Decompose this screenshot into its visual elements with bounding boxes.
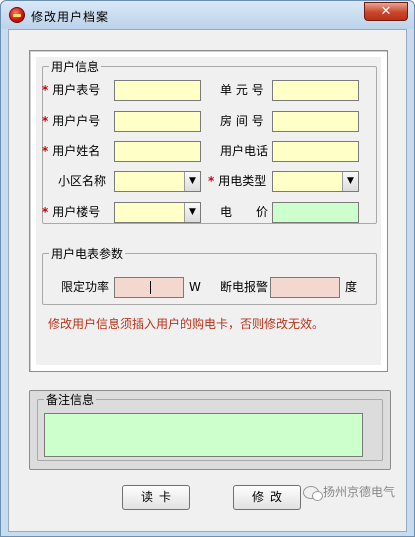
building-label: * 用户楼号 — [42, 205, 101, 219]
power-type-select[interactable]: ▼ — [272, 171, 359, 192]
required-mark: * — [208, 174, 215, 188]
alarm-label: 断电报警 — [220, 280, 269, 294]
read-card-button[interactable]: 读卡 — [122, 485, 190, 510]
unit-label: 单 元 号 — [220, 83, 264, 97]
district-label: 小区名称 — [58, 174, 107, 188]
required-mark: * — [42, 144, 49, 158]
remark-legend: 备注信息 — [46, 393, 95, 407]
app-logo-icon — [9, 7, 25, 23]
name-input[interactable] — [114, 141, 201, 162]
client-area: 用户信息 * 用户表号 * 用户户号 * 用户姓名 小区名称 ▼ * 用户楼号 … — [8, 29, 407, 532]
building-select[interactable]: ▼ — [114, 202, 201, 223]
price-input[interactable] — [272, 202, 359, 223]
modify-button[interactable]: 修改 — [233, 485, 301, 510]
required-mark: * — [42, 205, 49, 219]
phone-label: 用户电话 — [220, 144, 269, 158]
title-bar[interactable]: 修改用户档案 ✕ — [1, 1, 414, 29]
power-limit-input[interactable] — [114, 277, 184, 298]
text-caret — [150, 281, 151, 294]
close-button[interactable]: ✕ — [364, 2, 408, 21]
power-type-label: * 用电类型 — [208, 174, 267, 188]
room-input[interactable] — [272, 111, 359, 132]
app-window: 修改用户档案 ✕ 用户信息 * 用户表号 * 用户户号 * 用户姓名 小区名称 … — [0, 0, 415, 537]
power-limit-unit: W — [189, 280, 201, 294]
phone-input[interactable] — [272, 141, 359, 162]
meter-no-input[interactable] — [114, 80, 201, 101]
remark-panel: 备注信息 — [29, 390, 391, 470]
meter-params-legend: 用户电表参数 — [51, 247, 124, 261]
chevron-down-icon[interactable]: ▼ — [342, 172, 358, 191]
chevron-down-icon[interactable]: ▼ — [184, 203, 200, 222]
required-mark: * — [42, 83, 49, 97]
account-no-input[interactable] — [114, 111, 201, 132]
unit-input[interactable] — [272, 80, 359, 101]
power-limit-label: 限定功率 — [61, 280, 110, 294]
required-mark: * — [42, 114, 49, 128]
alarm-unit: 度 — [345, 280, 358, 294]
window-title: 修改用户档案 — [31, 10, 110, 24]
price-label: 电 价 — [220, 205, 269, 219]
wechat-icon — [303, 486, 323, 501]
name-label: * 用户姓名 — [42, 144, 101, 158]
user-info-legend: 用户信息 — [51, 60, 100, 74]
meter-no-label: * 用户表号 — [42, 83, 101, 97]
account-no-label: * 用户户号 — [42, 114, 101, 128]
warning-text: 修改用户信息须插入用户的购电卡，否则修改无效。 — [48, 317, 325, 331]
room-label: 房 间 号 — [220, 114, 264, 128]
alarm-input[interactable] — [270, 277, 340, 298]
watermark: 扬州京德电气 — [303, 483, 395, 501]
district-select[interactable]: ▼ — [114, 171, 201, 192]
chevron-down-icon[interactable]: ▼ — [184, 172, 200, 191]
user-info-panel: 用户信息 * 用户表号 * 用户户号 * 用户姓名 小区名称 ▼ * 用户楼号 … — [29, 50, 388, 372]
remark-input[interactable] — [44, 413, 363, 457]
user-info-inner: 用户信息 * 用户表号 * 用户户号 * 用户姓名 小区名称 ▼ * 用户楼号 … — [36, 57, 381, 365]
